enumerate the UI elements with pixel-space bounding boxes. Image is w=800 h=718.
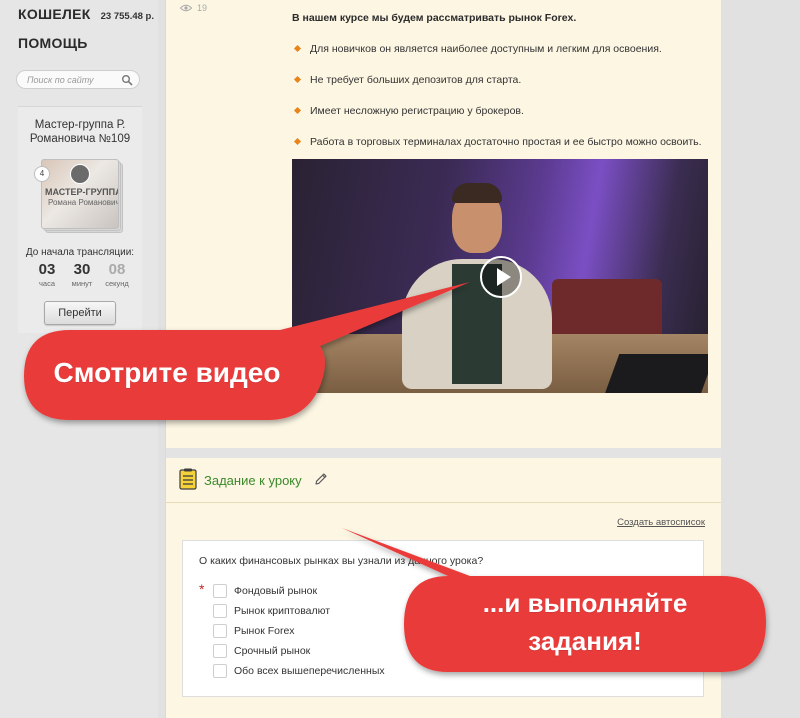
bullet-diamond-icon: [293, 44, 302, 53]
answer-option[interactable]: Срочный рынок: [213, 641, 385, 661]
master-group-card: Мастер-группа Р. Романовича №109 МАСТЕР-…: [18, 106, 142, 333]
lesson-video-player[interactable]: [292, 159, 708, 393]
wallet[interactable]: КОШЕЛЕК 23 755.48 р.: [18, 6, 158, 22]
callout-do-tasks-line2: задания!: [528, 626, 642, 656]
countdown-timer: 03 часа 30 минут 08 секунд: [32, 261, 132, 288]
answer-option[interactable]: Рынок криптовалют: [213, 601, 385, 621]
task-title: Задание к уроку: [204, 473, 302, 488]
answer-checkbox[interactable]: [213, 644, 227, 658]
view-count: 19: [197, 3, 208, 13]
notepad-icon: [179, 468, 197, 490]
search-icon[interactable]: [121, 74, 133, 86]
callout-watch-video-text: Смотрите видео: [53, 357, 281, 388]
callout-do-tasks-line1: ...и выполняйте: [482, 588, 688, 618]
answer-checkbox[interactable]: [213, 664, 227, 678]
answer-label[interactable]: Рынок криптовалют: [234, 605, 330, 617]
lesson-bullet-list: Для новичков он является наиболее доступ…: [293, 42, 702, 166]
callout-do-tasks-text: ...и выполняйте задания!: [406, 584, 764, 660]
thumbnail-title: МАСТЕР-ГРУППА: [45, 187, 119, 197]
hours-unit: часа: [39, 279, 55, 288]
answer-label[interactable]: Обо всех вышеперечисленных: [234, 665, 385, 677]
search-box[interactable]: [16, 70, 140, 89]
bullet-diamond-icon: [293, 75, 302, 84]
countdown-hours: 03 часа: [32, 261, 62, 288]
answer-checkbox[interactable]: [213, 604, 227, 618]
thumbnail-image: МАСТЕР-ГРУППА Романа Романовича: [41, 159, 119, 229]
owl-logo-icon: [70, 164, 90, 184]
wallet-balance: 23 755.48 р.: [100, 11, 154, 22]
answer-label[interactable]: Фондовый рынок: [234, 585, 317, 597]
view-counter: 19: [180, 3, 207, 13]
answer-option[interactable]: Фондовый рынок: [213, 581, 385, 601]
minutes-unit: минут: [71, 279, 93, 288]
seconds-unit: секунд: [105, 279, 129, 288]
search-input[interactable]: [17, 74, 127, 85]
answer-options: Фондовый рынок Рынок криптовалют Рынок F…: [213, 581, 385, 681]
lesson-intro: В нашем курсе мы будем рассматривать рын…: [292, 12, 577, 24]
bullet-text: Имеет несложную регистрацию у брокеров.: [310, 105, 524, 117]
answer-label[interactable]: Рынок Forex: [234, 625, 295, 637]
bullet-text: Работа в торговых терминалах достаточно …: [310, 136, 702, 148]
bullet-diamond-icon: [293, 106, 302, 115]
pencil-icon[interactable]: [314, 472, 328, 486]
create-autolist-link[interactable]: Создать автосписок: [617, 517, 705, 528]
section-divider: [166, 448, 721, 458]
answer-label[interactable]: Срочный рынок: [234, 645, 310, 657]
count-badge: 4: [34, 166, 50, 182]
thumbnail-subtitle: Романа Романовича: [48, 198, 119, 207]
bullet-item: Для новичков он является наиболее доступ…: [293, 42, 702, 73]
bullet-text: Не требует больших депозитов для старта.: [310, 74, 522, 86]
answer-option[interactable]: Рынок Forex: [213, 621, 385, 641]
go-button[interactable]: Перейти: [44, 301, 116, 325]
answer-option[interactable]: Обо всех вышеперечисленных: [213, 661, 385, 681]
answer-checkbox[interactable]: [213, 624, 227, 638]
video-scene-laptop: [604, 354, 708, 393]
hours-value: 03: [38, 261, 56, 278]
seconds-value: 08: [108, 261, 126, 278]
help-link[interactable]: ПОМОЩЬ: [18, 35, 88, 51]
countdown-minutes: 30 минут: [67, 261, 97, 288]
video-presenter-hair: [452, 183, 502, 203]
master-group-thumbnail[interactable]: МАСТЕР-ГРУППА Романа Романовича 4: [34, 159, 123, 233]
wallet-label[interactable]: КОШЕЛЕК: [18, 6, 91, 22]
minutes-value: 30: [73, 261, 91, 278]
required-marker: *: [199, 581, 205, 597]
quiz-question: О каких финансовых рынках вы узнали из д…: [199, 555, 484, 567]
bullet-text: Для новичков он является наиболее доступ…: [310, 43, 662, 55]
answer-checkbox[interactable]: [213, 584, 227, 598]
bullet-item: Не требует больших депозитов для старта.: [293, 73, 702, 104]
play-icon[interactable]: [480, 256, 522, 298]
bullet-item: Имеет несложную регистрацию у брокеров.: [293, 104, 702, 135]
countdown-label: До начала трансляции:: [25, 247, 135, 258]
master-group-title[interactable]: Мастер-группа Р. Романовича №109: [18, 118, 142, 146]
bullet-diamond-icon: [293, 137, 302, 146]
eye-icon: [180, 4, 192, 12]
task-header: Задание к уроку: [166, 458, 721, 503]
countdown-seconds: 08 секунд: [102, 261, 132, 288]
